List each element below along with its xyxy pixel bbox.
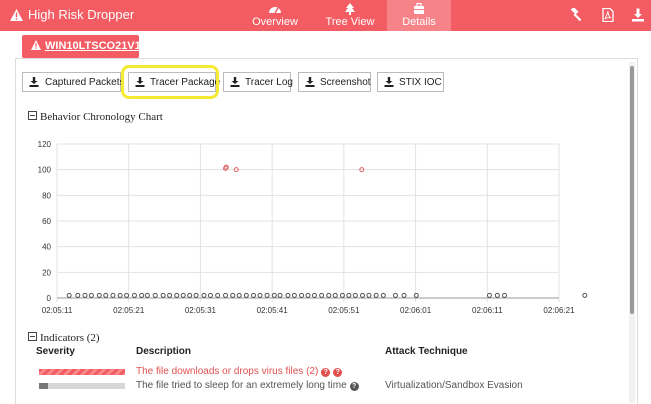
data-point bbox=[501, 292, 507, 298]
data-point bbox=[103, 292, 109, 298]
data-point bbox=[160, 292, 166, 298]
severity-bar bbox=[39, 369, 125, 375]
data-point bbox=[131, 292, 137, 298]
data-point bbox=[360, 292, 366, 298]
x-tick-label: 02:05:51 bbox=[328, 306, 360, 315]
severity-bar-fill bbox=[39, 383, 48, 389]
scrollbar-thumb[interactable] bbox=[630, 66, 634, 314]
data-point bbox=[277, 292, 283, 298]
data-point bbox=[110, 292, 116, 298]
attack-technique-header: Attack Technique bbox=[385, 346, 468, 357]
indicator-description[interactable]: The file tried to sleep for an extremely… bbox=[136, 380, 359, 391]
data-point bbox=[346, 292, 352, 298]
y-tick-label: 40 bbox=[42, 243, 51, 252]
indicator-description-text: The file downloads or drops virus files … bbox=[136, 366, 319, 377]
data-point bbox=[366, 292, 372, 298]
data-point bbox=[66, 292, 72, 298]
data-point bbox=[326, 292, 332, 298]
data-point bbox=[236, 292, 242, 298]
data-point bbox=[144, 292, 150, 298]
severity-bar bbox=[39, 383, 125, 389]
indicator-description-text: The file tried to sleep for an extremely… bbox=[136, 380, 347, 391]
x-tick-label: 02:05:11 bbox=[42, 306, 73, 315]
indicators-section-toggle[interactable]: Indicators (2) bbox=[28, 332, 100, 344]
data-point bbox=[264, 292, 270, 298]
data-point bbox=[223, 292, 229, 298]
data-point bbox=[201, 292, 207, 298]
data-point bbox=[582, 292, 588, 298]
data-point bbox=[352, 292, 358, 298]
data-point bbox=[305, 292, 311, 298]
data-point bbox=[271, 292, 277, 298]
data-point bbox=[494, 292, 500, 298]
data-point bbox=[215, 292, 221, 298]
attack-technique: Virtualization/Sandbox Evasion bbox=[385, 380, 523, 391]
x-tick-label: 02:05:41 bbox=[257, 306, 289, 315]
data-point bbox=[311, 292, 317, 298]
data-point bbox=[96, 292, 102, 298]
data-point bbox=[152, 292, 158, 298]
indicators-title: Indicators (2) bbox=[40, 332, 100, 344]
x-tick-label: 02:05:31 bbox=[185, 306, 217, 315]
data-point bbox=[230, 292, 236, 298]
data-point bbox=[193, 292, 199, 298]
data-point bbox=[207, 292, 213, 298]
data-point bbox=[243, 292, 249, 298]
help-icon[interactable]: ? bbox=[321, 368, 331, 377]
y-tick-label: 100 bbox=[38, 166, 52, 175]
data-point bbox=[486, 292, 492, 298]
y-tick-label: 0 bbox=[47, 294, 52, 303]
data-point bbox=[117, 292, 123, 298]
x-tick-label: 02:06:21 bbox=[543, 306, 575, 315]
data-point bbox=[373, 292, 379, 298]
data-point bbox=[332, 292, 338, 298]
y-tick-label: 60 bbox=[42, 217, 51, 226]
data-point bbox=[75, 292, 81, 298]
y-tick-label: 120 bbox=[38, 140, 52, 149]
data-point bbox=[392, 292, 398, 298]
data-point bbox=[167, 292, 173, 298]
x-tick-label: 02:05:21 bbox=[113, 306, 145, 315]
y-tick-label: 80 bbox=[42, 191, 51, 200]
description-header: Description bbox=[136, 346, 192, 357]
data-point bbox=[250, 292, 256, 298]
data-point bbox=[187, 292, 193, 298]
data-point bbox=[413, 292, 419, 298]
severity-header: Severity bbox=[36, 346, 75, 357]
data-point bbox=[319, 292, 325, 298]
data-point bbox=[139, 292, 145, 298]
data-point bbox=[124, 292, 130, 298]
x-tick-label: 02:06:11 bbox=[472, 306, 503, 315]
data-point bbox=[257, 292, 263, 298]
data-point bbox=[82, 292, 88, 298]
indicator-description[interactable]: The file downloads or drops virus files … bbox=[136, 366, 343, 377]
x-tick-label: 02:06:01 bbox=[400, 306, 432, 315]
data-point bbox=[285, 292, 291, 298]
help-icon[interactable]: ? bbox=[333, 368, 343, 377]
data-point bbox=[174, 292, 180, 298]
data-point bbox=[380, 292, 386, 298]
severity-bar-fill bbox=[39, 369, 125, 375]
data-point bbox=[299, 292, 305, 298]
data-point bbox=[88, 292, 94, 298]
data-point bbox=[291, 292, 297, 298]
collapse-icon bbox=[28, 332, 37, 341]
data-point bbox=[401, 292, 407, 298]
data-point bbox=[180, 292, 186, 298]
help-icon[interactable]: ? bbox=[349, 382, 359, 391]
y-tick-label: 20 bbox=[42, 268, 51, 277]
